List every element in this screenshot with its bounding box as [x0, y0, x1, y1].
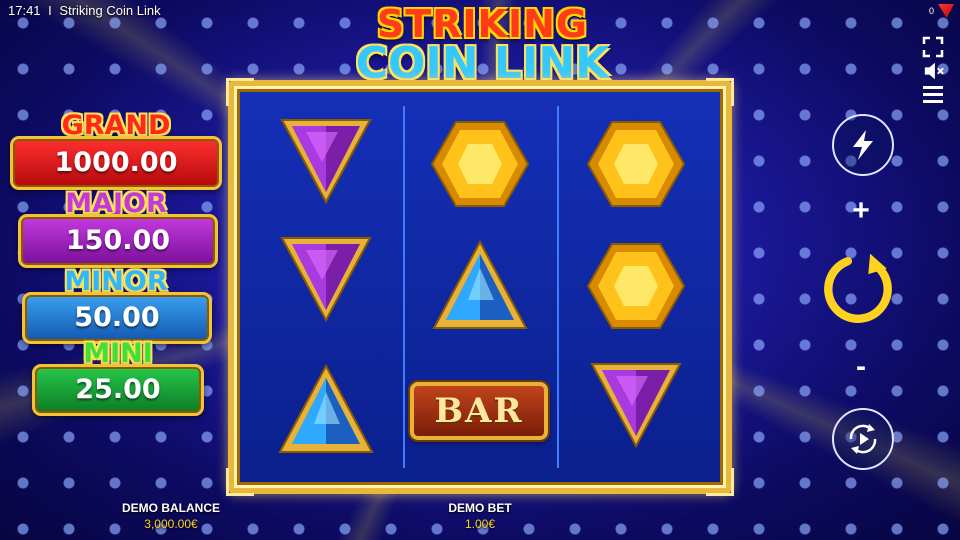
reel-2-symbol-1 — [428, 114, 532, 214]
demo-bet-value: 1.00€ — [464, 517, 496, 531]
yellow-hexagon-icon — [586, 243, 686, 329]
reel-1-symbol-1 — [274, 110, 378, 210]
autoplay-button[interactable] — [832, 408, 894, 470]
blue-triangle-icon — [432, 239, 528, 329]
demo-balance-value: 3,000.00€ — [144, 517, 198, 531]
jackpot-minor: MINOR 50.00 — [18, 268, 214, 348]
sound-muted-icon — [924, 62, 944, 80]
clock-time: 17:41 — [8, 3, 41, 18]
autoplay-icon — [849, 424, 877, 454]
reel-2-symbol-3-bar: BAR — [410, 382, 548, 440]
spin-button[interactable] — [820, 250, 898, 328]
frame-corner-top-right — [706, 78, 734, 106]
fullscreen-icon — [922, 36, 944, 58]
yellow-hexagon-icon — [586, 121, 686, 207]
title-separator: I — [48, 3, 52, 18]
reel-3-symbol-3 — [584, 354, 688, 454]
reel-1-symbol-3 — [274, 360, 378, 460]
frame-corner-bottom-right — [706, 468, 734, 496]
reel-3-symbol-1 — [584, 114, 688, 214]
fullscreen-button[interactable] — [922, 36, 944, 58]
purple-triangle-icon — [590, 363, 682, 449]
purple-triangle-icon — [280, 237, 372, 323]
lightning-icon — [853, 130, 873, 160]
demo-balance-label: DEMO BALANCE — [122, 501, 220, 515]
menu-button[interactable] — [922, 84, 944, 104]
brand-badge: 0 — [929, 4, 954, 18]
brand-logo-icon — [938, 4, 954, 18]
yellow-hexagon-icon — [430, 121, 530, 207]
purple-triangle-icon — [280, 119, 372, 205]
brand-count: 0 — [928, 6, 934, 16]
jackpot-minor-value: 50.00 — [22, 292, 212, 344]
jackpot-major: MAJOR 150.00 — [14, 190, 218, 270]
reel-divider-2 — [557, 106, 559, 468]
jackpot-mini: MINI 25.00 — [30, 340, 206, 418]
frame-corner-bottom-left — [226, 468, 254, 496]
reel-1-symbol-2 — [274, 228, 378, 328]
jackpot-mini-value: 25.00 — [32, 364, 204, 416]
menu-icon — [923, 86, 943, 103]
spin-icon — [824, 253, 892, 323]
frame-corner-top-left — [226, 78, 254, 106]
sound-toggle-button[interactable] — [922, 60, 946, 82]
demo-bet-label: DEMO BET — [448, 501, 512, 515]
reel-divider-1 — [403, 106, 405, 468]
reel-3-symbol-2 — [584, 236, 688, 336]
blue-triangle-icon — [278, 363, 374, 453]
jackpot-grand: GRAND 1000.00 — [10, 112, 222, 192]
jackpot-grand-value: 1000.00 — [10, 136, 222, 190]
status-bar: 17:41 I Striking Coin Link — [8, 3, 165, 18]
reel-2-symbol-2 — [428, 236, 532, 336]
turbo-button[interactable] — [832, 114, 894, 176]
game-title: Striking Coin Link — [59, 3, 161, 18]
bet-decrease-button[interactable]: - — [846, 350, 876, 383]
bet-increase-button[interactable]: + — [846, 194, 876, 227]
jackpot-major-value: 150.00 — [18, 214, 218, 268]
